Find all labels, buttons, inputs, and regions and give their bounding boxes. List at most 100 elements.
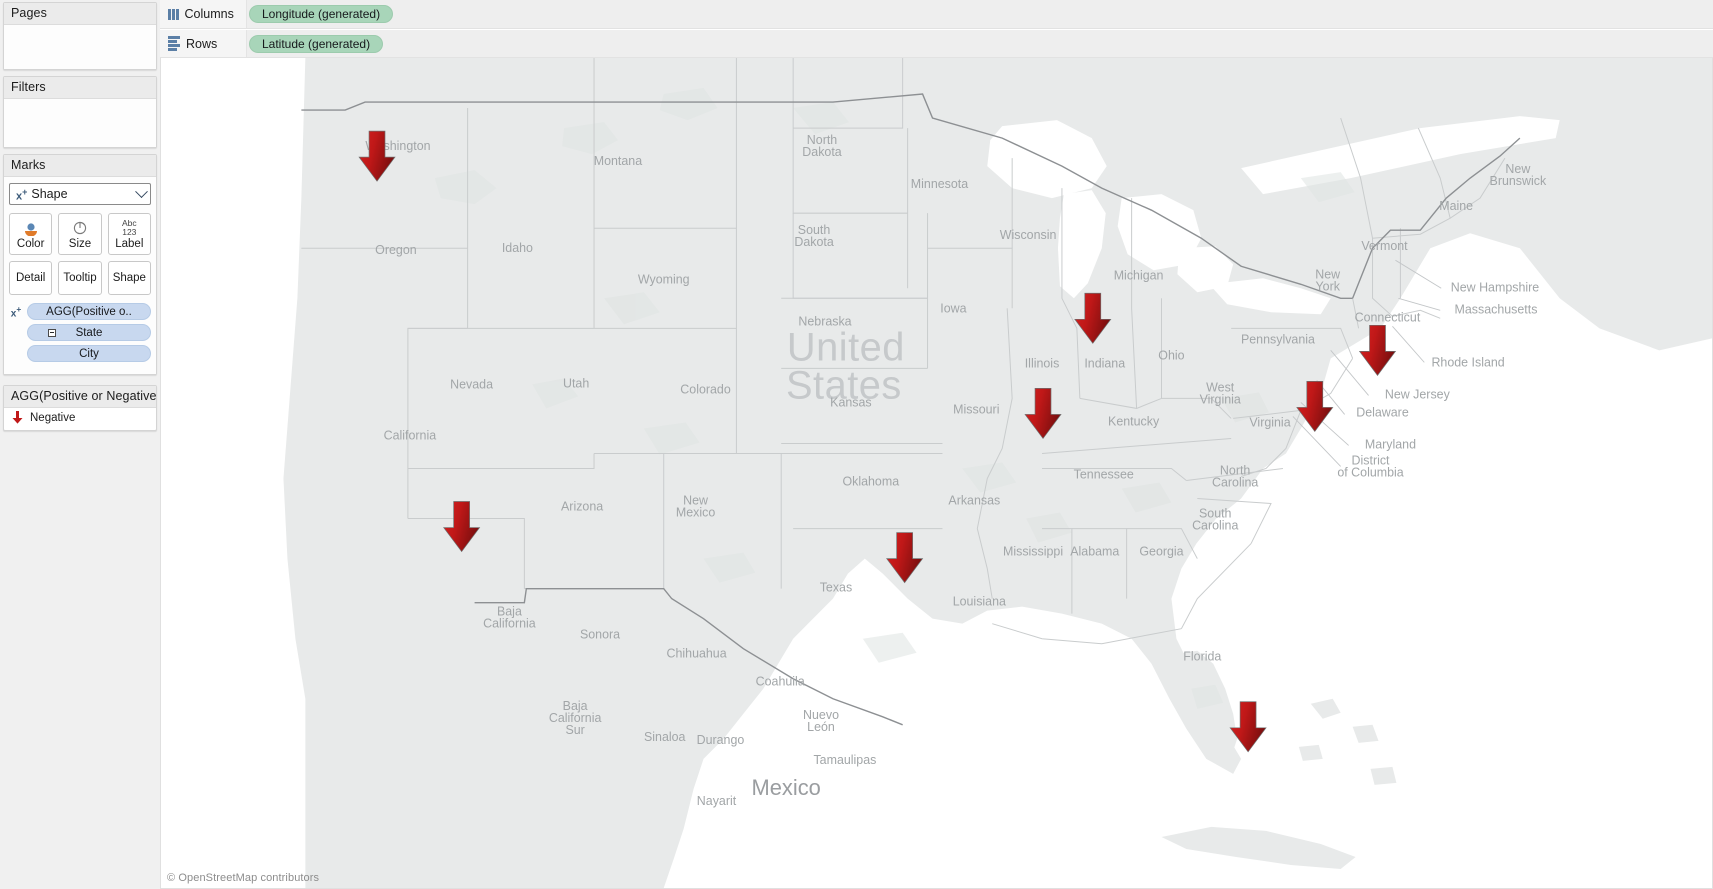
columns-pill-longitude[interactable]: Longitude (generated) — [249, 5, 394, 23]
map-state-label: Maine — [1439, 199, 1473, 213]
map-state-label: Arizona — [561, 500, 603, 514]
shape-mark-icon: x+ — [16, 186, 28, 203]
map-state-label: Carolina — [1192, 519, 1238, 533]
columns-shelf[interactable]: Columns Longitude (generated) — [160, 0, 1713, 29]
marks-pill-state[interactable]: State — [27, 324, 151, 341]
map-state-label: Iowa — [940, 301, 966, 315]
map-state-label: Idaho — [502, 241, 533, 255]
map-canvas[interactable]: United States Mexico WashingtonMontanaNo… — [161, 58, 1712, 888]
legend-item-negative[interactable]: Negative — [4, 408, 156, 430]
marks-color-button[interactable]: Color — [9, 213, 53, 255]
columns-shelf-label: Columns — [184, 7, 234, 21]
marks-pill-row-shape: x+ AGG(Positive o.. — [9, 303, 151, 320]
rows-shelf[interactable]: Rows Latitude (generated) — [160, 29, 1713, 58]
marks-pill-state-label: State — [75, 326, 103, 339]
marks-detail-label: Detail — [15, 272, 46, 284]
marks-size-label: Size — [68, 237, 92, 250]
map-state-label: Kansas — [830, 395, 871, 409]
map-state-label: Florida — [1183, 650, 1221, 664]
map-state-label: Sinaloa — [644, 730, 686, 744]
123-text: 123 — [122, 226, 137, 237]
marks-tooltip-label: Tooltip — [63, 272, 97, 284]
map-state-label: Indiana — [1084, 356, 1125, 370]
map-state-label: York — [1316, 279, 1341, 293]
map-state-label: Mexico — [676, 506, 715, 520]
chevron-down-icon — [135, 184, 148, 198]
map-state-label: Oregon — [375, 243, 417, 257]
map-state-label: León — [807, 720, 835, 734]
marks-shape-label: Shape — [112, 272, 146, 284]
map-state-label: California — [384, 428, 437, 442]
pages-card-title: Pages — [4, 3, 156, 25]
marks-size-button[interactable]: Size — [58, 213, 102, 255]
worksheet-area: Columns Longitude (generated) Rows Latit… — [160, 0, 1713, 889]
map-state-label: Dakota — [794, 235, 833, 249]
map-state-label: Connecticut — [1355, 310, 1421, 324]
map-state-label: Ohio — [1158, 348, 1184, 362]
shape-mark-icon: x+ — [10, 303, 22, 320]
map-state-label: Oklahoma — [842, 474, 899, 488]
legend-item-label: Negative — [30, 411, 76, 424]
rows-shelf-dropzone[interactable]: Latitude (generated) — [246, 30, 1713, 57]
marks-label-label: Label — [115, 237, 144, 250]
map-state-label: Montana — [594, 154, 642, 168]
map-state-label: Missouri — [953, 402, 999, 416]
pages-shelf-dropzone[interactable] — [4, 25, 156, 69]
size-circle-icon — [72, 219, 88, 237]
map-state-label: Brunswick — [1490, 174, 1547, 188]
marks-card: Marks x+ Shape Color Size Abc 123 Label … — [3, 154, 157, 375]
shape-legend-card: AGG(Positive or Negative... Negative — [3, 385, 157, 431]
left-sidebar: Pages Filters Marks x+ Shape Color Size … — [0, 0, 160, 889]
marks-shape-button[interactable]: Shape — [107, 261, 151, 295]
rows-shelf-label-group: Rows — [164, 36, 246, 51]
marks-label-button[interactable]: Abc 123 Label — [107, 213, 151, 255]
map-state-label: Minnesota — [911, 177, 968, 191]
map-state-label: Illinois — [1025, 356, 1060, 370]
map-state-label: Rhode Island — [1431, 355, 1504, 369]
map-view[interactable]: United States Mexico Washington Montana No… — [160, 58, 1713, 889]
map-state-label: Utah — [563, 376, 589, 390]
marks-tooltip-button[interactable]: Tooltip — [58, 261, 102, 295]
map-state-label: Kentucky — [1108, 414, 1160, 428]
columns-shelf-label-group: Columns — [164, 7, 246, 21]
rows-shelf-label: Rows — [186, 36, 218, 51]
collapse-icon[interactable] — [48, 328, 56, 337]
filters-card: Filters — [3, 76, 157, 148]
columns-shelf-dropzone[interactable]: Longitude (generated) — [246, 0, 1713, 28]
map-state-label: California — [483, 617, 536, 631]
rows-icon — [168, 36, 180, 51]
map-state-label: Tamaulipas — [813, 753, 876, 767]
filters-card-title: Filters — [4, 77, 156, 99]
map-state-label: Colorado — [680, 382, 731, 396]
shape-legend-title: AGG(Positive or Negative... — [4, 386, 156, 408]
map-state-label: New Hampshire — [1451, 280, 1540, 294]
map-state-label: Michigan — [1114, 268, 1164, 282]
abc-123-icon: Abc 123 — [122, 219, 137, 237]
map-state-label: Sonora — [580, 628, 620, 642]
map-state-label: Sur — [565, 723, 584, 737]
map-state-label: Nayarit — [697, 794, 737, 808]
color-palette-icon — [22, 219, 40, 237]
map-state-label: Louisiana — [953, 595, 1006, 609]
country-label-mexico: Mexico — [752, 775, 821, 800]
map-state-label: Pennsylvania — [1241, 332, 1315, 346]
mark-type-dropdown[interactable]: x+ Shape — [9, 183, 151, 205]
map-state-label: Carolina — [1212, 475, 1258, 489]
rows-pill-latitude[interactable]: Latitude (generated) — [249, 34, 384, 53]
filters-shelf-dropzone[interactable] — [4, 99, 156, 147]
down-arrow-icon — [12, 411, 23, 424]
marks-color-label: Color — [16, 237, 45, 250]
marks-pill-city[interactable]: City — [27, 345, 151, 362]
map-state-label: Virginia — [1249, 415, 1290, 429]
pages-card: Pages — [3, 2, 157, 70]
marks-detail-button[interactable]: Detail — [9, 261, 53, 295]
map-attribution[interactable]: © OpenStreetMap contributors — [167, 872, 319, 884]
marks-pill-aggregate[interactable]: AGG(Positive o.. — [27, 303, 151, 320]
map-state-label: of Columbia — [1337, 465, 1403, 479]
columns-icon — [168, 8, 179, 20]
map-state-label: Georgia — [1139, 545, 1183, 559]
map-state-label: Nebraska — [798, 314, 851, 328]
map-state-label: Delaware — [1356, 405, 1409, 419]
map-state-label: Mississippi — [1003, 545, 1063, 559]
map-state-label: Chihuahua — [667, 647, 727, 661]
